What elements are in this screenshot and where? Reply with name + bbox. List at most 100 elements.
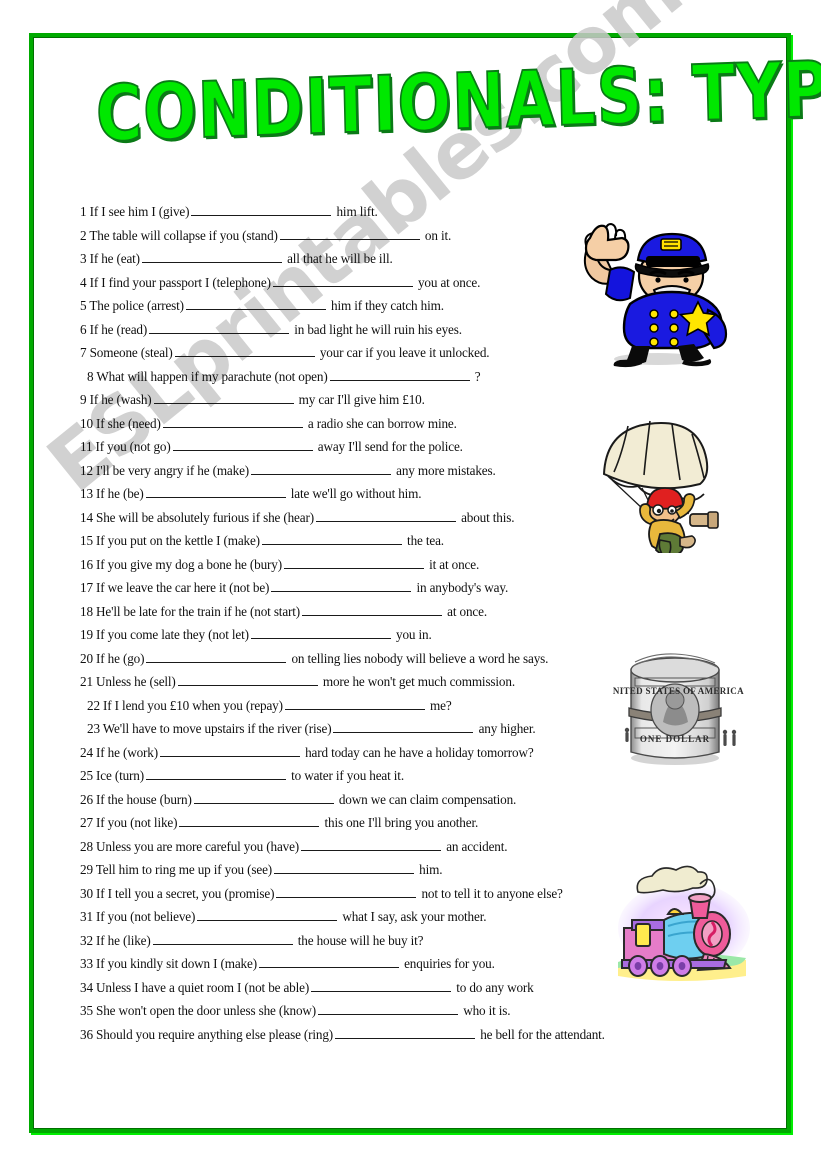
exercise-number: 19 <box>80 627 93 642</box>
answer-blank[interactable] <box>302 604 443 616</box>
exercise-prompt-after: on telling lies nobody will believe a wo… <box>288 650 549 666</box>
answer-blank[interactable] <box>301 839 442 851</box>
exercise-prompt-before: Unless you are more careful you (have) <box>92 838 300 854</box>
exercise-number: 35 <box>80 1003 93 1018</box>
page-title: CONDITIONALS: TYPE 1 <box>94 40 821 160</box>
exercise-prompt-before: She will be absolutely furious if she (h… <box>92 509 314 525</box>
answer-blank[interactable] <box>197 909 338 921</box>
exercise-line: 13 If he (be) late we'll go without him. <box>80 482 660 506</box>
answer-blank[interactable] <box>191 204 332 216</box>
exercise-line: 21 Unless he (sell) more he won't get mu… <box>80 670 660 694</box>
answer-blank[interactable] <box>329 369 470 381</box>
worksheet-page: ESLprintables.com CONDITIONALS: TYPE 1 1… <box>0 0 821 1169</box>
exercise-prompt-before: She won't open the door unless she (know… <box>92 1003 317 1018</box>
answer-blank[interactable] <box>177 674 318 686</box>
exercise-number: 22 <box>87 697 100 713</box>
answer-blank[interactable] <box>172 439 313 451</box>
exercise-prompt-before: If I find your passport I (telephone) <box>86 274 271 290</box>
answer-blank[interactable] <box>145 768 286 780</box>
answer-blank[interactable] <box>153 392 294 404</box>
answer-blank[interactable] <box>283 557 424 569</box>
exercise-prompt-after: this one I'll bring you another. <box>321 815 479 830</box>
exercise-prompt-before: If he (go) <box>92 650 145 666</box>
exercise-line: 28 Unless you are more careful you (have… <box>80 835 660 859</box>
exercise-number: 17 <box>80 580 93 595</box>
exercise-number: 18 <box>80 603 93 619</box>
exercise-prompt-after: the tea. <box>403 533 444 548</box>
exercise-line: 30 If I tell you a secret, you (promise)… <box>80 882 660 906</box>
exercise-number: 20 <box>80 650 93 666</box>
exercise-number: 10 <box>80 415 93 431</box>
answer-blank[interactable] <box>274 862 415 874</box>
answer-blank[interactable] <box>174 345 315 357</box>
answer-blank[interactable] <box>162 416 303 428</box>
parachutist-image <box>598 418 758 557</box>
answer-blank[interactable] <box>272 275 413 287</box>
answer-blank[interactable] <box>152 933 293 945</box>
exercise-line: 19 If you come late they (not let) you i… <box>80 623 660 647</box>
answer-blank[interactable] <box>185 298 326 310</box>
exercise-prompt-before: If he (be) <box>92 486 144 501</box>
exercise-prompt-before: Someone (steal) <box>86 345 173 360</box>
answer-blank[interactable] <box>279 228 420 240</box>
svg-text:UNITED STATES OF AMERICA: UNITED STATES OF AMERICA <box>613 686 744 696</box>
exercise-prompt-after: late we'll go without him. <box>287 486 422 501</box>
answer-blank[interactable] <box>193 792 334 804</box>
exercise-prompt-after: it at once. <box>425 556 480 572</box>
answer-blank[interactable] <box>146 651 287 663</box>
exercise-line: 14 She will be absolutely furious if she… <box>80 506 660 530</box>
answer-blank[interactable] <box>145 486 286 498</box>
exercise-number: 16 <box>80 556 93 572</box>
answer-blank[interactable] <box>335 1027 476 1039</box>
exercise-prompt-after: an accident. <box>443 838 508 854</box>
exercise-prompt-before: If you (not go) <box>92 439 171 454</box>
exercise-number: 34 <box>80 979 93 995</box>
dollar-roll-image: UNITED STATES OF AMERICA ONE DOLLAR <box>606 642 745 770</box>
answer-blank[interactable] <box>311 980 452 992</box>
exercise-prompt-before: We'll have to move upstairs if the river… <box>99 721 332 736</box>
exercise-prompt-after: who it is. <box>460 1003 511 1018</box>
exercise-prompt-before: I'll be very angry if he (make) <box>92 462 250 478</box>
exercise-number: 15 <box>80 533 93 548</box>
exercise-line: 16 If you give my dog a bone he (bury) i… <box>80 553 660 577</box>
answer-blank[interactable] <box>261 533 402 545</box>
answer-blank[interactable] <box>141 251 282 263</box>
exercise-prompt-before: If you kindly sit down I (make) <box>92 956 257 971</box>
answer-blank[interactable] <box>251 463 392 475</box>
exercise-prompt-after: you at once. <box>414 274 481 290</box>
exercise-prompt-before: If I see him I (give) <box>86 204 190 219</box>
exercise-line: 22 If I lend you £10 when you (repay) me… <box>80 694 660 718</box>
exercise-line: 18 He'll be late for the train if he (no… <box>80 600 660 624</box>
answer-blank[interactable] <box>271 580 412 592</box>
exercise-number: 31 <box>80 909 93 924</box>
exercise-line: 10 If she (need) a radio she can borrow … <box>80 412 660 436</box>
answer-blank[interactable] <box>179 815 320 827</box>
exercise-prompt-before: Should you require anything else please … <box>92 1026 334 1042</box>
page-title-text: CONDITIONALS: TYPE 1 <box>94 40 821 160</box>
exercise-prompt-after: he bell for the attendant. <box>477 1026 605 1042</box>
exercise-prompt-before: If the house (burn) <box>92 791 192 807</box>
answer-blank[interactable] <box>159 745 300 757</box>
answer-blank[interactable] <box>250 627 391 639</box>
answer-blank[interactable] <box>276 886 417 898</box>
exercise-prompt-after: any higher. <box>475 721 536 736</box>
answer-blank[interactable] <box>149 322 290 334</box>
exercise-prompt-before: If you give my dog a bone he (bury) <box>92 556 282 572</box>
exercise-prompt-after: enquiries for you. <box>400 956 495 971</box>
exercise-prompt-after: the house will he buy it? <box>294 932 424 948</box>
answer-blank[interactable] <box>333 721 474 733</box>
exercise-line: 35 She won't open the door unless she (k… <box>80 999 660 1023</box>
exercise-prompt-after: him. <box>416 862 443 877</box>
answer-blank[interactable] <box>284 698 425 710</box>
exercise-line: 24 If he (work) hard today can he have a… <box>80 741 660 765</box>
exercise-prompt-before: The table will collapse if you (stand) <box>86 227 278 243</box>
exercise-prompt-before: If we leave the car here it (not be) <box>92 580 270 595</box>
answer-blank[interactable] <box>258 956 399 968</box>
exercise-line: 11 If you (not go) away I'll send for th… <box>80 435 660 459</box>
exercise-prompt-before: If I tell you a secret, you (promise) <box>92 885 275 901</box>
exercise-line: 15 If you put on the kettle I (make) the… <box>80 529 660 553</box>
answer-blank[interactable] <box>318 1003 459 1015</box>
answer-blank[interactable] <box>315 510 456 522</box>
exercise-prompt-after: to do any work <box>453 979 534 995</box>
exercise-number: 13 <box>80 486 93 501</box>
